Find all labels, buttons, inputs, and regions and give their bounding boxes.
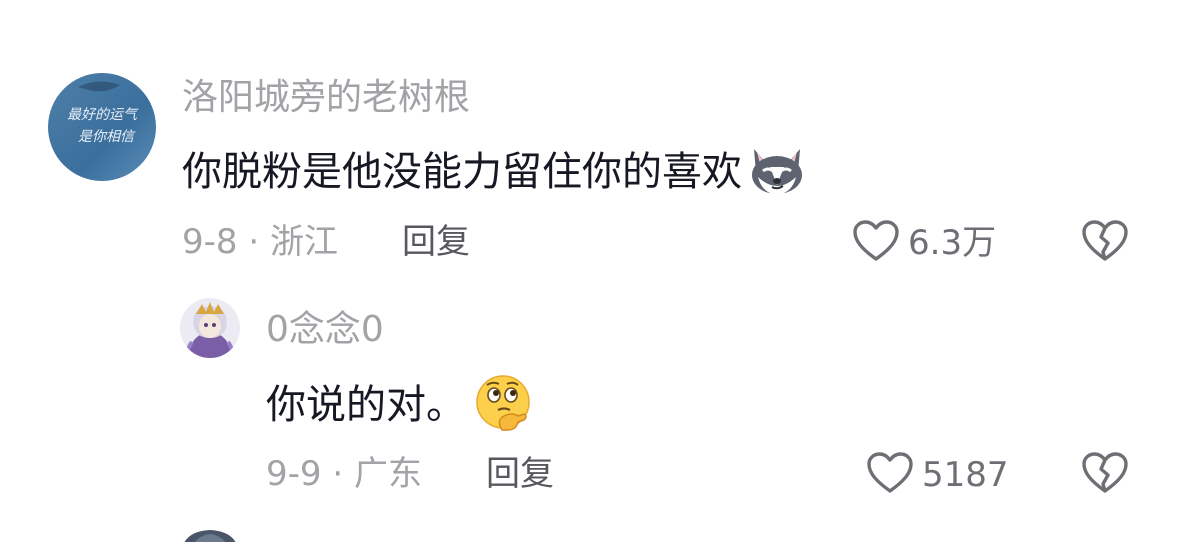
dislike-button[interactable] (1081, 451, 1129, 499)
avatar-text-line1: 最好的运气 (67, 107, 139, 123)
comment-text: 你说的对。 (266, 382, 466, 428)
like-button[interactable]: 5187 (866, 451, 1009, 499)
avatar-text-line2: 是你相信 (78, 129, 136, 145)
like-button[interactable]: 6.3万 (852, 219, 996, 267)
comment-username[interactable]: 洛阳城旁的老树根 (182, 78, 470, 118)
reply-button[interactable]: 回复 (486, 454, 554, 494)
avatar[interactable] (180, 298, 240, 358)
broken-heart-icon (1081, 452, 1129, 499)
next-comment-avatar[interactable] (180, 528, 240, 542)
like-count: 5187 (922, 455, 1009, 495)
reply-button[interactable]: 回复 (402, 222, 470, 262)
heart-outline-icon (852, 219, 900, 267)
dislike-button[interactable] (1081, 219, 1129, 267)
comment-item: 最好的运气 是你相信 洛阳城旁的老树根 你脱粉是他没能力留住你的喜欢 9-8 ·… (0, 0, 1179, 290)
reply-comment-item: 0念念0 你说的对。 9-9 · 广东 回复 5187 (0, 290, 1179, 510)
broken-heart-icon (1081, 220, 1129, 267)
comment-content: 你脱粉是他没能力留住你的喜欢 (182, 143, 806, 201)
comment-date-location: 9-8 · 浙江 (182, 222, 338, 262)
husky-smirk-emoji (748, 143, 806, 201)
comment-content: 你说的对。 (266, 374, 534, 436)
avatar[interactable]: 最好的运气 是你相信 (48, 73, 156, 181)
comment-text: 你脱粉是他没能力留住你的喜欢 (182, 149, 742, 195)
like-count: 6.3万 (908, 223, 997, 263)
heart-outline-icon (866, 451, 914, 499)
thinking-face-emoji (474, 374, 534, 436)
comment-username[interactable]: 0念念0 (266, 310, 384, 350)
comment-date-location: 9-9 · 广东 (266, 454, 422, 494)
